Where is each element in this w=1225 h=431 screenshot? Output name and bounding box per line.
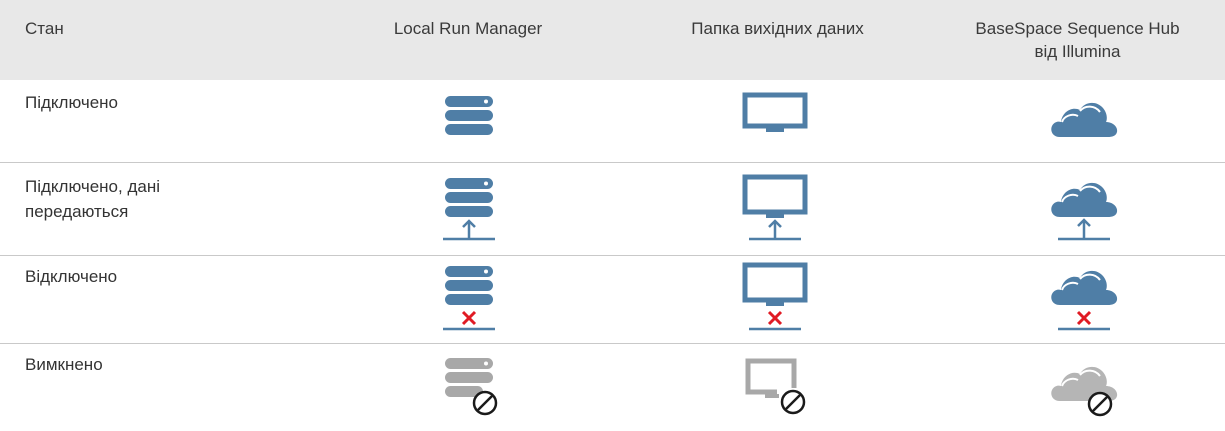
row-label-off: Вимкнено bbox=[25, 352, 285, 377]
table-header: Стан Local Run Manager Папка вихідних да… bbox=[0, 0, 1225, 80]
header-status: Стан bbox=[25, 19, 64, 38]
row-separator bbox=[0, 162, 1225, 163]
server-off-icon bbox=[445, 358, 503, 424]
server-upload-icon bbox=[442, 178, 496, 242]
row-label-line1: Підключено, дані bbox=[25, 177, 160, 196]
header-basespace-line2: від Illumina bbox=[1034, 42, 1121, 61]
status-table: Стан Local Run Manager Папка вихідних да… bbox=[0, 0, 1225, 431]
row-separator bbox=[0, 343, 1225, 344]
row-separator bbox=[0, 255, 1225, 256]
cloud-upload-icon bbox=[1050, 176, 1120, 242]
row-label-line1: Вимкнено bbox=[25, 355, 103, 374]
header-basespace-line1: BaseSpace Sequence Hub bbox=[975, 19, 1180, 38]
monitor-off-icon bbox=[745, 358, 811, 424]
server-icon bbox=[445, 96, 493, 136]
cloud-off-icon bbox=[1050, 360, 1120, 426]
monitor-upload-icon bbox=[742, 174, 808, 242]
header-local-run-manager: Local Run Manager bbox=[393, 19, 543, 38]
row-label-connected: Підключено bbox=[25, 90, 285, 115]
row-label-line2: передаються bbox=[25, 202, 129, 221]
cloud-icon bbox=[1050, 96, 1120, 138]
row-label-disconnected: Відключено bbox=[25, 264, 285, 289]
monitor-icon bbox=[742, 92, 808, 136]
header-basespace: BaseSpace Sequence Hub від Illumina bbox=[945, 17, 1210, 63]
header-output-folder: Папка вихідних даних bbox=[691, 19, 864, 38]
server-disconnected-icon bbox=[442, 266, 496, 332]
row-label-transferring: Підключено, дані передаються bbox=[25, 174, 285, 224]
row-label-line1: Підключено bbox=[25, 93, 118, 112]
cloud-disconnected-icon bbox=[1050, 264, 1120, 332]
monitor-disconnected-icon bbox=[742, 262, 808, 332]
row-label-line1: Відключено bbox=[25, 267, 118, 286]
